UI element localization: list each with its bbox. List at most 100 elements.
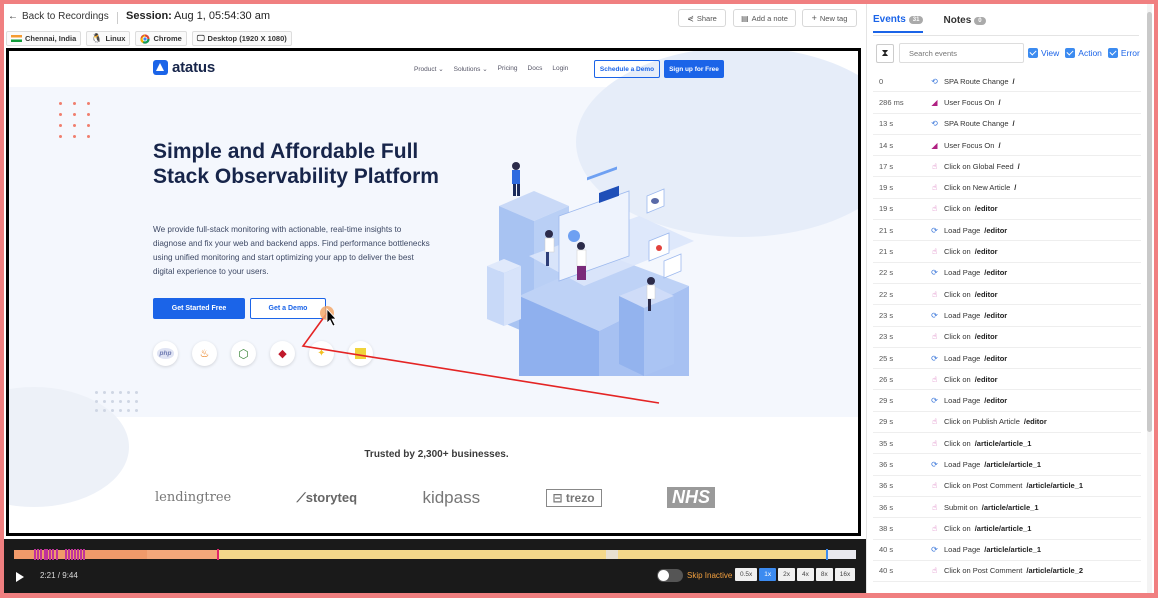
event-row[interactable]: 40 s ☝ Click on Post Comment/article/artic… — [873, 561, 1141, 583]
playhead[interactable] — [217, 549, 219, 560]
event-time: 29 s — [879, 417, 894, 427]
event-time: 36 s — [879, 502, 894, 512]
timeline-event-marker[interactable] — [80, 549, 82, 560]
timeline-segment[interactable] — [618, 550, 828, 559]
event-path: /editor — [984, 268, 1008, 278]
filter-view[interactable]: View — [1028, 48, 1059, 58]
timeline-segment[interactable] — [147, 550, 219, 559]
speed-2x[interactable]: 2x — [778, 568, 796, 581]
event-row[interactable]: 0 ⟲ SPA Route Change / — [873, 71, 1141, 93]
add-note-button[interactable]: ▤ Add a note — [733, 9, 796, 27]
speed-4x[interactable]: 4x — [797, 568, 814, 581]
event-row[interactable]: 25 s ⟳ Load Page/editor — [873, 348, 1141, 370]
timeline-event-marker[interactable] — [52, 549, 54, 560]
event-path: / — [1012, 76, 1015, 86]
event-label: Click on Post Comment — [944, 481, 1023, 491]
event-time: 26 s — [879, 374, 894, 384]
timeline-event-marker[interactable] — [37, 549, 39, 560]
route-event-icon: ⟲ — [931, 76, 938, 86]
timeline-event-marker[interactable] — [56, 549, 58, 560]
event-row[interactable]: 29 s ☝ Click on Publish Article/editor — [873, 412, 1141, 434]
timeline-event-marker[interactable] — [74, 549, 76, 560]
event-row[interactable]: 38 s ☝ Click on/article/article_1 — [873, 518, 1141, 540]
new-tag-button[interactable]: + New tag — [802, 9, 857, 27]
event-row[interactable]: 19 s ☝ Click on New Article / — [873, 177, 1141, 199]
event-row[interactable]: 36 s ☝ Submit on/article/article_1 — [873, 497, 1141, 519]
timeline-event-marker[interactable] — [40, 549, 42, 560]
event-row[interactable]: 35 s ☝ Click on/article/article_1 — [873, 433, 1141, 455]
playback-time: 2:21 / 9:44 — [40, 571, 78, 580]
load-event-icon: ⟳ — [931, 353, 938, 363]
event-row[interactable]: 21 s ⟳ Load Page/editor — [873, 220, 1141, 242]
event-time: 19 s — [879, 183, 894, 193]
event-row[interactable]: 21 s ☝ Click on/editor — [873, 241, 1141, 263]
tab-events[interactable]: Events 31 — [873, 14, 924, 33]
event-row[interactable]: 17 s ☝ Click on Global Feed / — [873, 156, 1141, 178]
event-row[interactable]: 19 s ☝ Click on/editor — [873, 199, 1141, 221]
event-row[interactable]: 13 s ⟲ SPA Route Change / — [873, 114, 1141, 135]
skip-inactive-toggle[interactable] — [657, 569, 683, 582]
event-row[interactable]: 22 s ⟳ Load Page/editor — [873, 263, 1141, 284]
timeline-event-marker[interactable] — [71, 549, 73, 560]
speed-8x[interactable]: 8x — [815, 568, 833, 581]
tab-notes[interactable]: Notes 0 — [943, 14, 986, 33]
timeline-event-marker[interactable] — [34, 549, 36, 560]
event-row[interactable]: 286 ms ◢ User Focus On / — [873, 92, 1141, 114]
event-path: /article/article_1 — [984, 545, 1042, 555]
event-row[interactable]: 36 s ⟳ Load Page/article/article_1 — [873, 454, 1141, 476]
note-icon: ▤ — [741, 13, 749, 23]
timeline-segment[interactable] — [828, 550, 856, 559]
back-to-recordings-link[interactable]: ← Back to Recordings — [8, 11, 109, 22]
timeline-event-marker[interactable] — [49, 549, 51, 560]
timeline-segment[interactable] — [219, 550, 606, 559]
event-row[interactable]: 23 s ⟳ Load Page/editor — [873, 305, 1141, 327]
speed-1x[interactable]: 1x — [759, 568, 777, 581]
event-row[interactable]: 22 s ☝ Click on/editor — [873, 284, 1141, 306]
click-event-icon: ☝ — [932, 332, 937, 342]
event-time: 38 s — [879, 523, 894, 533]
event-time: 25 s — [879, 353, 894, 363]
event-time: 29 s — [879, 396, 894, 406]
timeline-event-marker[interactable] — [83, 549, 85, 560]
hourglass-filter-icon[interactable]: ⧗ — [876, 44, 894, 63]
filter-action[interactable]: Action — [1065, 48, 1102, 58]
timeline-event-marker[interactable] — [77, 549, 79, 560]
event-row[interactable]: 40 s ⟳ Load Page/article/article_1 — [873, 540, 1141, 561]
event-time: 35 s — [879, 438, 894, 448]
timeline-event-marker[interactable] — [65, 549, 67, 560]
event-label: Load Page — [944, 310, 981, 320]
event-path: /editor — [974, 247, 998, 257]
event-type-filters: View Action Error — [1028, 48, 1140, 58]
event-row[interactable]: 14 s ◢ User Focus On / — [873, 135, 1141, 157]
event-path: / — [1012, 119, 1015, 129]
timeline-event-marker[interactable] — [68, 549, 70, 560]
event-row[interactable]: 23 s ☝ Click on/editor — [873, 327, 1141, 348]
click-event-icon: ☝ — [932, 289, 937, 299]
event-time: 13 s — [879, 119, 894, 129]
event-row[interactable]: 36 s ☝ Click on Post Comment/article/artic… — [873, 476, 1141, 497]
event-path: /editor — [984, 353, 1008, 363]
event-time: 19 s — [879, 204, 894, 214]
timeline-end-marker — [826, 549, 828, 560]
click-event-icon: ☝ — [932, 183, 937, 193]
event-path: / — [1014, 183, 1017, 193]
panel-scrollbar-thumb[interactable] — [1147, 12, 1152, 432]
filter-error[interactable]: Error — [1107, 48, 1140, 58]
speed-16x[interactable]: 16x — [834, 568, 856, 581]
search-events-input[interactable] — [899, 43, 1024, 63]
share-label: Share — [696, 13, 717, 23]
play-icon[interactable] — [16, 572, 24, 582]
event-time: 286 ms — [879, 97, 904, 107]
event-row[interactable]: 29 s ⟳ Load Page/editor — [873, 390, 1141, 412]
divider — [117, 12, 118, 24]
timeline-segment[interactable] — [606, 550, 618, 559]
share-button[interactable]: ⋞ Share — [678, 9, 726, 27]
replay-viewport[interactable]: atatus Product ⌄ Solutions ⌄ Pricing Doc… — [6, 48, 861, 536]
timeline-event-marker[interactable] — [46, 549, 48, 560]
speed-0-5x[interactable]: 0.5x — [735, 568, 758, 581]
event-time: 21 s — [879, 225, 894, 235]
event-row[interactable]: 26 s ☝ Click on/editor — [873, 369, 1141, 391]
event-time: 0 — [879, 76, 884, 86]
event-label: User Focus On — [944, 140, 995, 150]
notes-count-badge: 0 — [974, 16, 986, 25]
